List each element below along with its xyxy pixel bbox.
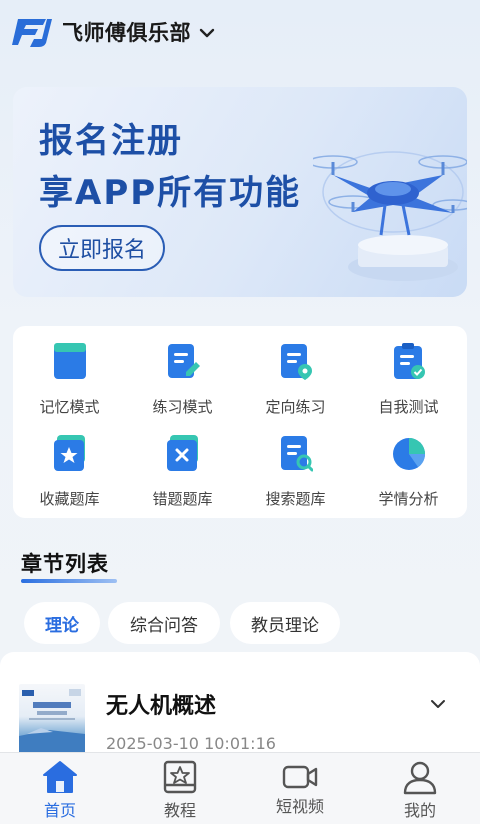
bottom-navigation: 首页 教程 短视频 我的 (0, 752, 480, 824)
profile-icon (403, 761, 437, 795)
book-icon (54, 343, 86, 379)
banner-subheadline: 享APP所有功能 (39, 173, 302, 213)
function-memory-mode[interactable]: 记忆模式 (13, 330, 126, 422)
home-icon (43, 761, 77, 793)
nav-home[interactable]: 首页 (10, 753, 110, 824)
chevron-down-icon[interactable] (430, 698, 446, 710)
function-label: 练习模式 (152, 398, 213, 416)
video-icon (282, 765, 318, 789)
function-directed-practice[interactable]: 定向练习 (239, 330, 352, 422)
function-label: 定向练习 (265, 398, 326, 416)
nav-label: 教程 (163, 801, 196, 820)
chapter-title: 无人机概述 (106, 694, 217, 719)
register-banner[interactable]: 报名注册 享APP所有功能 立即报名 (13, 87, 467, 297)
star-bank-icon (54, 435, 85, 471)
function-grid: 记忆模式 练习模式 定向练习 自我测试 收藏题库 错题题库 搜索题库 学情分析 (13, 326, 467, 518)
function-search-bank[interactable]: 搜索题库 (239, 422, 352, 514)
fj-logo-icon (12, 19, 52, 47)
drone-illustration (313, 151, 467, 281)
function-label: 学情分析 (378, 490, 439, 508)
manual-cover-icon (19, 689, 85, 756)
club-name[interactable]: 飞师傅俱乐部 (62, 17, 191, 47)
clipboard-check-icon (394, 343, 425, 379)
function-label: 错题题库 (152, 490, 213, 508)
app-header: 飞师傅俱乐部 (0, 0, 480, 64)
nav-profile[interactable]: 我的 (370, 753, 470, 824)
search-doc-icon (281, 436, 313, 472)
function-label: 自我测试 (378, 398, 439, 416)
pie-chart-icon (393, 438, 425, 470)
nav-short-video[interactable]: 短视频 (250, 753, 350, 824)
function-label: 记忆模式 (39, 398, 100, 416)
function-label: 搜索题库 (265, 490, 326, 508)
nav-label: 首页 (43, 801, 76, 820)
wrong-bank-icon (167, 435, 198, 471)
function-wrong-bank[interactable]: 错题题库 (126, 422, 239, 514)
tutorial-icon (163, 760, 197, 794)
nav-label: 我的 (403, 801, 436, 820)
chevron-down-icon[interactable] (199, 27, 215, 39)
function-favorites-bank[interactable]: 收藏题库 (13, 422, 126, 514)
function-practice-mode[interactable]: 练习模式 (126, 330, 239, 422)
chapter-list-title: 章节列表 (21, 552, 109, 576)
chapter-thumbnail (19, 684, 85, 756)
target-doc-icon (281, 344, 312, 380)
register-now-button[interactable]: 立即报名 (39, 225, 165, 271)
tab-instructor-theory[interactable]: 教员理论 (230, 602, 340, 644)
chapter-date: 2025-03-10 10:01:16 (106, 734, 276, 753)
tab-theory[interactable]: 理论 (24, 602, 100, 644)
function-self-test[interactable]: 自我测试 (352, 330, 465, 422)
banner-headline: 报名注册 (39, 121, 183, 161)
nav-tutorial[interactable]: 教程 (130, 753, 230, 824)
nav-label: 短视频 (275, 797, 324, 816)
edit-doc-icon (168, 344, 200, 378)
function-label: 收藏题库 (39, 490, 100, 508)
function-learning-analysis[interactable]: 学情分析 (352, 422, 465, 514)
tab-comprehensive-qa[interactable]: 综合问答 (108, 602, 220, 644)
section-underline (21, 579, 117, 583)
